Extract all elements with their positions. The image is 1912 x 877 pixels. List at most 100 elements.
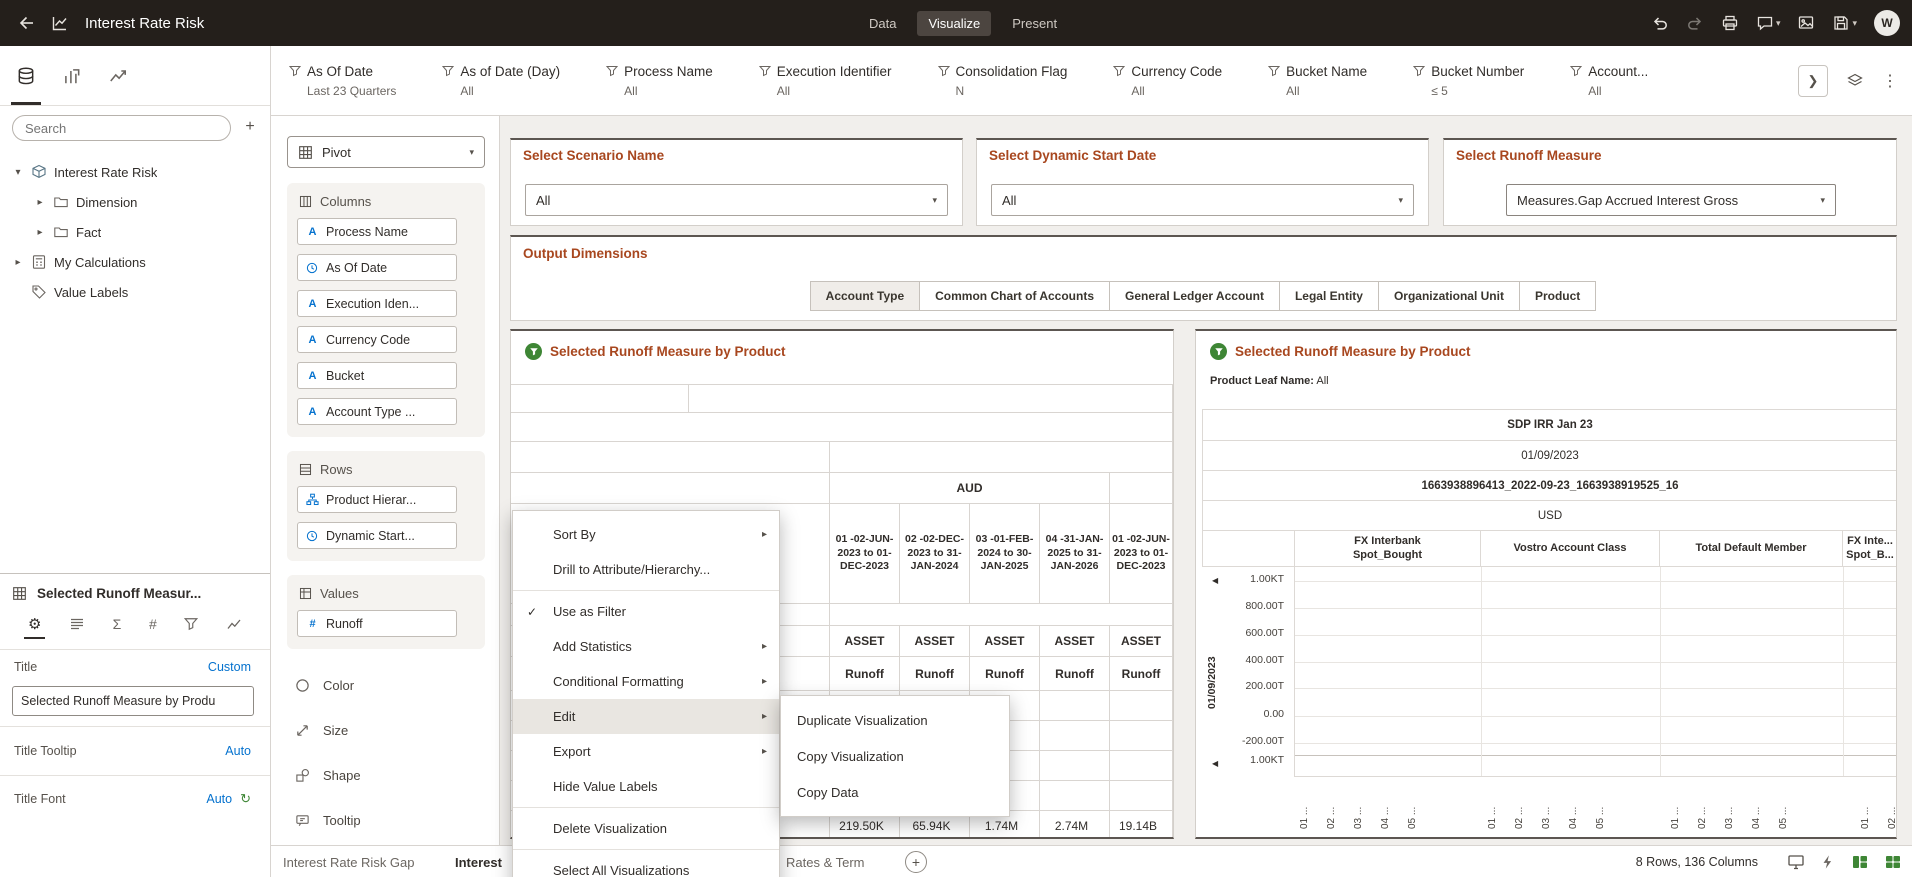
grammar-color-target[interactable]: Color xyxy=(287,663,485,708)
filter-chip-as-of-date[interactable]: As Of Date Last 23 Quarters xyxy=(289,64,396,98)
folder-icon xyxy=(53,224,69,240)
grammar-chip-dynamic-start[interactable]: Dynamic Start... xyxy=(297,522,457,549)
grammar-size-target[interactable]: Size xyxy=(287,708,485,753)
grammar-chip-product-hierarchy[interactable]: Product Hierar... xyxy=(297,486,457,513)
filter-chip-currency-code[interactable]: Currency Code All xyxy=(1113,64,1222,98)
totals-sigma-icon[interactable]: Σ xyxy=(113,616,122,638)
tree-item-value-labels[interactable]: Value Labels xyxy=(0,277,270,307)
title-font-mode-link[interactable]: Auto xyxy=(206,792,232,806)
tab-present[interactable]: Present xyxy=(1001,11,1068,36)
filter-bar-menu-icon[interactable]: ⋮ xyxy=(1882,71,1898,91)
tree-item-fact[interactable]: ▸ Fact xyxy=(0,217,270,247)
reset-icon[interactable]: ↻ xyxy=(240,791,251,807)
caret-right-icon[interactable]: ▸ xyxy=(34,227,46,238)
grammar-chip-currency-code[interactable]: A Currency Code xyxy=(297,326,457,353)
menu-item-export[interactable]: Export ▸ xyxy=(513,734,779,769)
menu-item-sort-by[interactable]: Sort By ▸ xyxy=(513,517,779,552)
tree-item-my-calculations[interactable]: ▸ My Calculations xyxy=(0,247,270,277)
data-tab-icon[interactable] xyxy=(11,46,41,105)
grammar-chip-runoff[interactable]: # Runoff xyxy=(297,610,457,637)
user-avatar[interactable]: W xyxy=(1874,10,1900,36)
tree-item-dimension[interactable]: ▸ Dimension xyxy=(0,187,270,217)
grammar-chip-as-of-date[interactable]: As Of Date xyxy=(297,254,457,281)
menu-item-conditional-formatting[interactable]: Conditional Formatting ▸ xyxy=(513,664,779,699)
filter-chip-bucket-number[interactable]: Bucket Number ≤ 5 xyxy=(1413,64,1524,98)
filter-chip-execution-identifier[interactable]: Execution Identifier All xyxy=(758,64,892,98)
menu-item-edit[interactable]: Edit ▸ xyxy=(513,699,779,734)
print-icon[interactable] xyxy=(1721,14,1739,32)
runoff-measure-select[interactable]: Measures.Gap Accrued Interest Gross ▾ xyxy=(1506,184,1836,216)
output-dim-legal-entity-button[interactable]: Legal Entity xyxy=(1278,281,1379,311)
visualizations-tab-icon[interactable] xyxy=(62,46,82,105)
canvas-tab-rates-and-term[interactable]: Rates & Term xyxy=(786,846,865,877)
tab-data[interactable]: Data xyxy=(858,11,907,36)
scenario-select[interactable]: All ▾ xyxy=(525,184,948,216)
refresh-display-icon[interactable] xyxy=(1787,853,1805,871)
output-dim-common-chart-button[interactable]: Common Chart of Accounts xyxy=(919,281,1111,311)
canvas-layout-columns-icon[interactable] xyxy=(1851,853,1869,871)
save-dropdown-icon[interactable]: ▾ xyxy=(1832,14,1857,32)
submenu-item-copy-visualization[interactable]: Copy Visualization xyxy=(781,738,1009,774)
menu-item-select-all-visualizations[interactable]: Select All Visualizations xyxy=(513,853,779,877)
x-axis-tick: 05 ... xyxy=(1407,806,1418,829)
tab-visualize[interactable]: Visualize xyxy=(917,10,992,36)
menu-item-use-as-filter[interactable]: ✓ Use as Filter xyxy=(513,594,779,629)
analytics-trend-icon[interactable] xyxy=(226,616,242,638)
add-data-icon[interactable]: + xyxy=(240,118,260,138)
output-dim-account-type-button[interactable]: Account Type xyxy=(809,281,921,311)
title-tooltip-mode-link[interactable]: Auto xyxy=(225,744,251,758)
filter-chip-bucket-name[interactable]: Bucket Name All xyxy=(1268,64,1367,98)
filter-chip-process-name[interactable]: Process Name All xyxy=(606,64,713,98)
canvas-tab-interest-rate-risk-gap[interactable]: Interest Rate Risk Gap xyxy=(283,846,415,877)
trellis-visualization[interactable]: Selected Runoff Measure by Product Produ… xyxy=(1195,329,1897,839)
axis-list-icon[interactable] xyxy=(69,616,85,638)
undo-icon[interactable] xyxy=(1651,14,1669,32)
back-icon[interactable] xyxy=(16,14,34,32)
output-dim-product-button[interactable]: Product xyxy=(1518,281,1597,311)
filter-bar-layers-icon[interactable] xyxy=(1846,72,1864,90)
scroll-up-panel-icon[interactable]: ◀ xyxy=(1212,576,1218,585)
grammar-chip-account-type[interactable]: A Account Type ... xyxy=(297,398,457,425)
filter-bar-expand-chevron[interactable]: ❯ xyxy=(1798,64,1828,97)
canvas-tab-interest[interactable]: Interest xyxy=(455,846,502,877)
caret-right-icon[interactable]: ▸ xyxy=(34,197,46,208)
values-hash-icon[interactable]: # xyxy=(149,616,157,638)
grammar-chip-execution-identifier[interactable]: A Execution Iden... xyxy=(297,290,457,317)
submenu-item-copy-data[interactable]: Copy Data xyxy=(781,774,1009,810)
filters-funnel-icon[interactable] xyxy=(184,617,199,637)
grammar-chip-process-name[interactable]: A Process Name xyxy=(297,218,457,245)
auto-apply-bolt-icon[interactable] xyxy=(1820,854,1836,870)
viz-type-select[interactable]: Pivot ▾ xyxy=(287,136,485,168)
output-dim-general-ledger-button[interactable]: General Ledger Account xyxy=(1109,281,1280,311)
filter-chip-as-of-date-day[interactable]: As of Date (Day) All xyxy=(442,64,560,98)
output-dim-organizational-unit-button[interactable]: Organizational Unit xyxy=(1377,281,1520,311)
grammar-chip-bucket[interactable]: A Bucket xyxy=(297,362,457,389)
scroll-down-panel-icon[interactable]: ◀ xyxy=(1212,759,1218,768)
export-image-icon[interactable] xyxy=(1797,14,1815,32)
dynamic-start-date-select[interactable]: All ▾ xyxy=(991,184,1414,216)
filter-chip-consolidation-flag[interactable]: Consolidation Flag N xyxy=(937,64,1067,98)
add-canvas-icon[interactable]: + xyxy=(905,851,927,873)
filter-applied-icon[interactable] xyxy=(525,343,542,360)
tree-item-dataset[interactable]: ▾ Interest Rate Risk xyxy=(0,157,270,187)
canvas-layout-grid-icon[interactable] xyxy=(1884,853,1902,871)
caret-right-icon[interactable]: ▸ xyxy=(12,257,24,268)
grammar-tooltip-target[interactable]: Tooltip xyxy=(287,798,485,843)
title-mode-link[interactable]: Custom xyxy=(208,660,251,674)
filter-chip-account[interactable]: Account... All xyxy=(1570,64,1648,98)
menu-item-drill[interactable]: Drill to Attribute/Hierarchy... xyxy=(513,552,779,587)
menu-item-add-statistics[interactable]: Add Statistics ▸ xyxy=(513,629,779,664)
viz-title-input[interactable] xyxy=(12,686,254,716)
analytics-tab-icon[interactable] xyxy=(108,46,128,105)
submenu-item-duplicate-visualization[interactable]: Duplicate Visualization xyxy=(781,702,1009,738)
comment-dropdown-icon[interactable]: ▾ xyxy=(1756,14,1780,32)
redo-icon[interactable] xyxy=(1686,14,1704,32)
menu-item-hide-value-labels[interactable]: Hide Value Labels xyxy=(513,769,779,804)
menu-item-delete-visualization[interactable]: Delete Visualization xyxy=(513,811,779,846)
general-gear-icon[interactable]: ⚙ xyxy=(23,615,47,639)
search-input[interactable] xyxy=(12,115,231,141)
trellis-plot-area[interactable] xyxy=(1294,566,1896,777)
filter-applied-icon[interactable] xyxy=(1210,343,1227,360)
grammar-shape-target[interactable]: Shape xyxy=(287,753,485,798)
caret-down-icon[interactable]: ▾ xyxy=(12,167,24,178)
